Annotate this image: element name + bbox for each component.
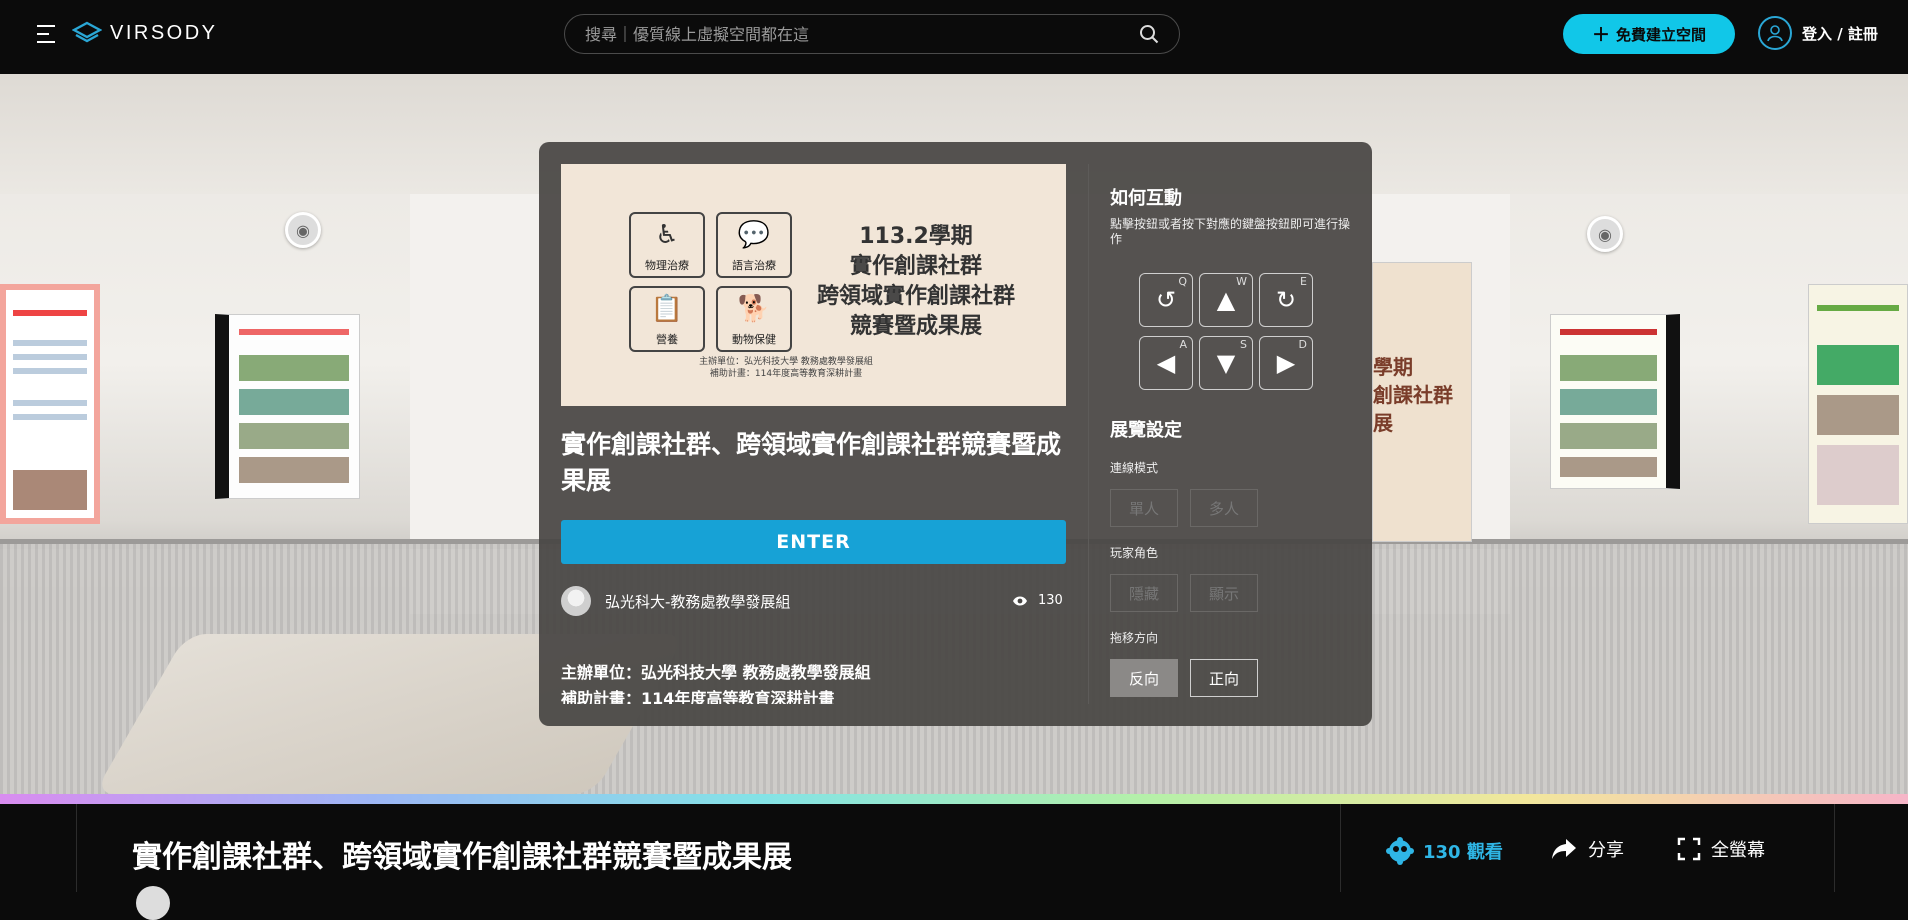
logo-text: VIRSODY <box>110 21 218 44</box>
exhibition-info-modal: ♿ 物理治療 💬 語言治療 📋 營養 🐕 動物保健 113.2學期 實作創課社群… <box>539 142 1372 726</box>
connection-single-option[interactable]: 單人 <box>1110 489 1178 527</box>
role-hide-option[interactable]: 隱藏 <box>1110 574 1178 612</box>
settings-heading: 展覽設定 <box>1110 420 1182 441</box>
virsody-logo-icon <box>72 21 102 43</box>
fullscreen-button[interactable]: 全螢幕 <box>1677 836 1765 862</box>
poster-left[interactable] <box>215 314 360 499</box>
exhibition-title: 實作創課社群、跨領域實作創課社群競賽暨成果展 <box>561 430 1062 495</box>
logo[interactable]: VIRSODY <box>72 21 218 45</box>
poster-back-right-text: 學期 創課社群 展 <box>1373 355 1453 435</box>
login-button[interactable]: 登入 / 註冊 <box>1758 16 1878 50</box>
speech-bubble-icon: 💬 語言治療 <box>716 212 792 278</box>
page-title: 實作創課社群、跨領域實作創課社群競賽暨成果展 <box>132 840 792 875</box>
role-show-option[interactable]: 顯示 <box>1190 574 1258 612</box>
avatar <box>561 586 591 616</box>
poster-right-edge[interactable] <box>1808 284 1908 524</box>
cover-footer: 主辦單位：弘光科技大學 教務處教學發展組 補助計畫：114年度高等教育深耕計畫 <box>699 357 873 379</box>
user-icon <box>1758 16 1792 50</box>
poster-left-edge[interactable] <box>0 284 100 524</box>
divider <box>1834 804 1835 892</box>
interaction-heading: 如何互動 <box>1110 188 1182 209</box>
viewpoint-eye-icon[interactable]: ◉ <box>1587 216 1623 252</box>
views-badge: 130 觀看 <box>1385 836 1503 866</box>
viewers-icon <box>1386 837 1414 865</box>
fullscreen-icon <box>1677 837 1701 861</box>
view-count: 130 <box>1012 593 1063 608</box>
arrow-up-icon[interactable]: ▲ W <box>1199 273 1253 327</box>
arrow-right-icon[interactable]: ▶ D <box>1259 336 1313 390</box>
avatar[interactable] <box>136 886 170 920</box>
cover-title: 113.2學期 實作創課社群 跨領域實作創課社群 競賽暨成果展 <box>816 224 1015 339</box>
drag-reverse-option[interactable]: 反向 <box>1110 659 1178 697</box>
rotate-left-icon[interactable]: ↺ Q <box>1139 273 1193 327</box>
dog-icon: 🐕 動物保健 <box>716 286 792 352</box>
poster-back-right[interactable]: 學期 創課社群 展 <box>1372 262 1472 542</box>
eye-icon <box>1013 596 1027 605</box>
arrow-down-icon[interactable]: ▼ S <box>1199 336 1253 390</box>
top-bar: VIRSODY ＋ 免費建立空間 登入 / 註冊 <box>0 0 1908 74</box>
login-label: 登入 / 註冊 <box>1802 24 1878 43</box>
exhibition-description: 主辦單位：弘光科技大學 教務處教學發展組 補助計畫：114年度高等教育深耕計畫 <box>561 663 871 704</box>
search-input[interactable] <box>585 24 1139 44</box>
search-bar[interactable] <box>564 14 1180 54</box>
search-icon[interactable] <box>1139 24 1159 44</box>
therapy-icon: ♿ 物理治療 <box>629 212 705 278</box>
create-space-button[interactable]: ＋ 免費建立空間 <box>1563 14 1735 54</box>
enter-button[interactable]: ENTER <box>561 520 1066 564</box>
connection-mode-label: 連線模式 <box>1110 461 1159 475</box>
modal-divider <box>1088 164 1089 704</box>
drag-forward-option[interactable]: 正向 <box>1190 659 1258 697</box>
drag-direction-label: 拖移方向 <box>1110 631 1159 645</box>
poster-right[interactable] <box>1550 314 1680 489</box>
player-role-label: 玩家角色 <box>1110 546 1159 560</box>
cover-image: ♿ 物理治療 💬 語言治療 📋 營養 🐕 動物保健 113.2學期 實作創課社群… <box>561 164 1066 406</box>
create-space-label: 免費建立空間 <box>1615 25 1706 44</box>
divider <box>1340 804 1341 892</box>
viewpoint-eye-icon[interactable]: ◉ <box>285 212 321 248</box>
bottom-bar: 實作創課社群、跨領域實作創課社群競賽暨成果展 130 觀看 分享 全螢幕 <box>0 804 1908 920</box>
arrow-left-icon[interactable]: ◀ A <box>1139 336 1193 390</box>
rainbow-divider <box>0 794 1908 804</box>
connection-multi-option[interactable]: 多人 <box>1190 489 1258 527</box>
divider <box>76 804 77 892</box>
share-button[interactable]: 分享 <box>1550 836 1624 862</box>
share-icon <box>1552 839 1576 859</box>
plus-icon: ＋ <box>1591 25 1610 46</box>
interaction-hint: 點擊按鈕或者按下對應的鍵盤按鈕即可進行操作 <box>1110 217 1351 246</box>
menu-icon[interactable] <box>37 25 57 43</box>
rotate-right-icon[interactable]: ↻ E <box>1259 273 1313 327</box>
author-link[interactable]: 弘光科大-教務處教學發展組 <box>561 586 790 616</box>
author-name: 弘光科大-教務處教學發展組 <box>605 592 791 611</box>
clipboard-apple-icon: 📋 營養 <box>629 286 705 352</box>
